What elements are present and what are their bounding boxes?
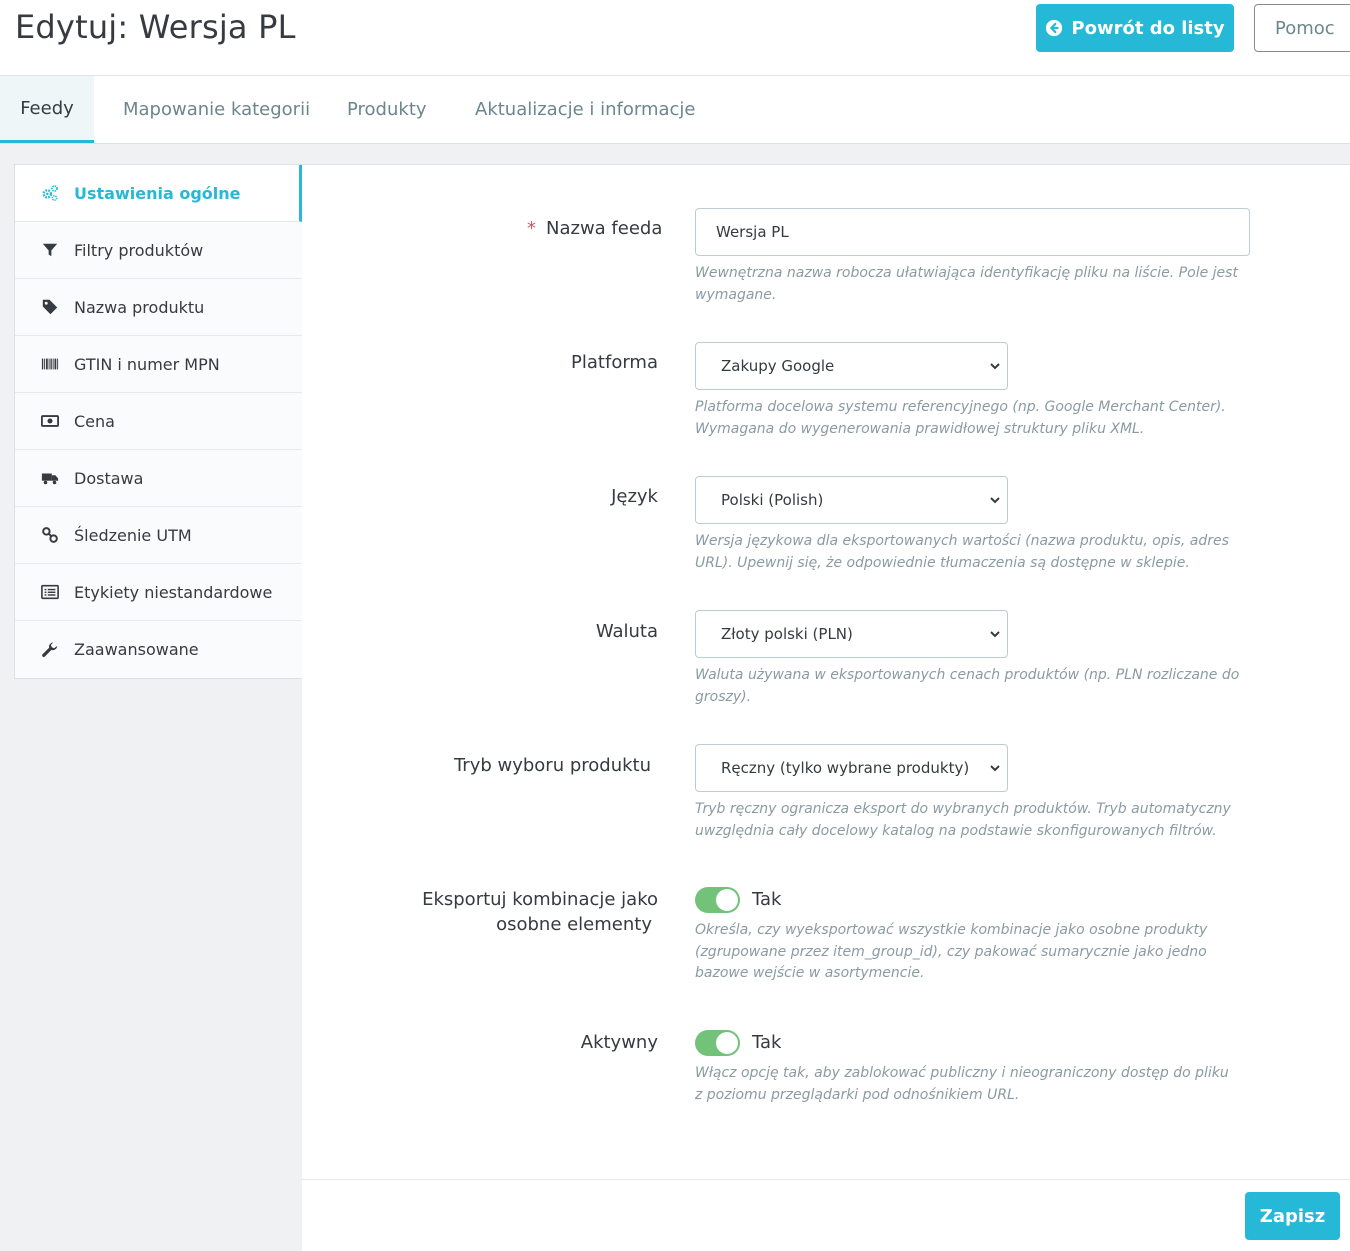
feed-name-help: Wewnętrzna nazwa robocza ułatwiająca ide… [695,265,1238,303]
feed-name-label: * Nazwa feeda [527,216,662,241]
export-combinations-label-line2: osobne elementy [496,914,652,935]
sidebar-item-label: Filtry produktów [74,240,204,260]
sidebar-item-product-name[interactable]: Nazwa produktu [15,279,302,336]
feed-name-input[interactable]: Wersja PL [695,208,1250,256]
settings-sidebar: Ustawienia ogólne Filtry produktów Nazwa… [14,164,303,679]
tab-category-mapping[interactable]: Mapowanie kategorii [123,76,310,143]
sidebar-item-label: Zaawansowane [74,640,199,659]
sidebar-item-product-filters[interactable]: Filtry produktów [15,222,302,279]
platform-select[interactable]: Zakupy Google [695,342,1008,390]
sidebar-item-general-settings[interactable]: Ustawienia ogólne [15,165,302,222]
active-state: Tak [752,1032,782,1053]
currency-select[interactable]: Złoty polski (PLN) [695,610,1008,658]
export-combinations-label: Eksportuj kombinacje jako osobne element… [422,887,658,937]
currency-select-value: Złoty polski (PLN) [721,625,853,643]
back-to-list-label: Powrót do listy [1071,17,1225,39]
language-help: Wersja językowa dla eksportowanych warto… [695,533,1229,571]
selection-mode-help: Tryb ręczny ogranicza eksport do wybrany… [695,801,1231,839]
required-mark: * [527,218,536,239]
sidebar-item-label: GTIN i numer MPN [74,354,220,374]
filter-icon [40,240,60,260]
selection-mode-select-value: Ręczny (tylko wybrane produkty) [721,759,970,777]
export-combinations-state: Tak [752,889,782,910]
export-combinations-label-line1: Eksportuj kombinacje jako [422,889,658,910]
page-title: Edytuj: Wersja PL [15,8,296,46]
back-to-list-button[interactable]: Powrót do listy [1036,4,1234,52]
language-label: Język [611,486,658,507]
sidebar-item-label: Śledzenie UTM [74,525,192,545]
sidebar-item-utm-tracking[interactable]: Śledzenie UTM [15,507,302,564]
sidebar-item-advanced[interactable]: Zaawansowane [15,621,302,678]
sidebar-item-label: Etykiety niestandardowe [74,582,273,602]
tag-icon [40,297,60,317]
currency-label: Waluta [595,621,658,642]
sidebar-item-label: Dostawa [74,468,144,488]
truck-icon [40,468,60,488]
active-help: Włącz opcję tak, aby zablokować publiczn… [695,1065,1229,1103]
selection-mode-select[interactable]: Ręczny (tylko wybrane produkty) [695,744,1008,792]
chevron-down-icon [990,363,1000,370]
help-button[interactable]: Pomoc [1254,4,1350,52]
form-footer [302,1179,1350,1251]
active-label: Aktywny [580,1032,658,1053]
export-combinations-toggle[interactable] [695,887,740,913]
save-button[interactable]: Zapisz [1245,1192,1340,1240]
sidebar-item-custom-labels[interactable]: Etykiety niestandardowe [15,564,302,621]
barcode-icon [40,354,60,374]
toggle-knob [716,1032,738,1054]
cogs-icon [40,183,60,203]
feed-name-label-text: Nazwa feeda [546,218,663,239]
toggle-knob [716,889,738,911]
chevron-down-icon [990,631,1000,638]
sidebar-item-label: Ustawienia ogólne [74,183,241,203]
selection-mode-label: Tryb wyboru produktu [453,755,651,776]
arrow-circle-left-icon [1046,19,1063,37]
platform-select-value: Zakupy Google [721,357,835,375]
sidebar-item-price[interactable]: Cena [15,393,302,450]
sidebar-item-shipping[interactable]: Dostawa [15,450,302,507]
export-combinations-help: Określa, czy wyeksportować wszystkie kom… [695,922,1208,981]
main-tabs: Feedy Mapowanie kategorii Produkty Aktua… [0,76,1350,144]
wrench-icon [40,640,60,660]
platform-label: Platforma [571,352,658,373]
chevron-down-icon [990,497,1000,504]
tab-products[interactable]: Produkty [347,76,427,143]
tab-updates-info[interactable]: Aktualizacje i informacje [475,76,696,143]
sidebar-item-label: Cena [74,411,115,431]
sidebar-item-gtin-mpn[interactable]: GTIN i numer MPN [15,336,302,393]
list-icon [40,582,60,602]
tab-feedy[interactable]: Feedy [0,76,94,143]
language-select-value: Polski (Polish) [721,491,824,509]
page-header: Edytuj: Wersja PL Powrót do listy Pomoc [0,0,1350,76]
sidebar-item-label: Nazwa produktu [74,297,205,317]
link-icon [40,525,60,545]
chevron-down-icon [990,765,1000,772]
money-icon [40,411,60,431]
language-select[interactable]: Polski (Polish) [695,476,1008,524]
currency-help: Waluta używana w eksportowanych cenach p… [695,667,1240,705]
active-toggle[interactable] [695,1030,740,1056]
platform-help: Platforma docelowa systemu referencyjneg… [695,399,1226,437]
